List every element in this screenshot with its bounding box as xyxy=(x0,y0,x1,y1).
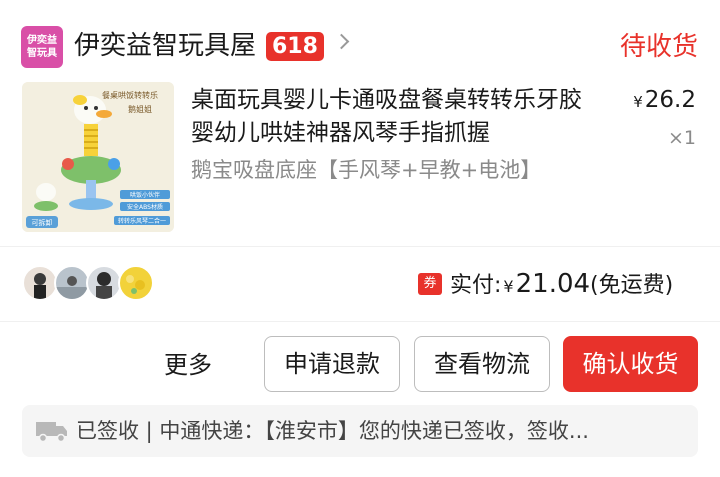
image-corner-label: 可拆卸 xyxy=(32,218,53,227)
coupon-icon: 券 xyxy=(418,273,442,295)
avatar xyxy=(54,265,90,301)
product-variant: 鹅宝吸盘底座【手风琴+早教+电池】 xyxy=(191,158,542,182)
confirm-receipt-button[interactable]: 确认收货 xyxy=(563,336,698,392)
more-button[interactable]: 更多 xyxy=(164,348,212,382)
avatar xyxy=(118,265,154,301)
shop-618-badge: 618 xyxy=(266,32,324,61)
product-price: ¥26.2 xyxy=(633,85,696,117)
image-label-top: 餐桌哄饭转转乐 xyxy=(102,90,158,100)
product-quantity: ×1 xyxy=(667,127,696,149)
shipping-note: (免运费) xyxy=(590,273,674,298)
product-title[interactable]: 桌面玩具婴儿卡通吸盘餐桌转转乐牙胶婴幼儿哄娃神器风琴手指抓握 xyxy=(191,84,601,150)
shop-name[interactable]: 伊奕益智玩具屋 xyxy=(74,29,256,63)
avatar xyxy=(86,265,122,301)
chevron-right-icon[interactable] xyxy=(333,33,350,50)
order-status: 待收货 xyxy=(619,32,698,62)
image-tag-3: 转转乐风琴二合一 xyxy=(118,217,166,225)
image-tag-1: 哄饭小伙伴 xyxy=(130,191,160,199)
price-value: 26.2 xyxy=(644,87,696,113)
currency-symbol: ¥ xyxy=(633,93,643,111)
avatar xyxy=(22,265,58,301)
payment-amount: 21.04 xyxy=(515,269,591,299)
product-image[interactable]: 餐桌哄饭转转乐 鹅姐姐 哄饭小伙伴 安全ABS材质 转转乐风琴二合一 可拆卸 xyxy=(22,82,174,232)
payment-label: 实付: xyxy=(450,273,502,298)
divider xyxy=(0,246,720,247)
request-refund-button[interactable]: 申请退款 xyxy=(264,336,400,392)
shop-logo[interactable]: 伊奕益智玩具 xyxy=(21,26,63,68)
logistics-status-text[interactable]: 已签收 | 中通快递：【淮安市】您的快递已签收，签收... xyxy=(76,416,686,446)
currency-symbol: ¥ xyxy=(503,277,514,296)
image-label-top2: 鹅姐姐 xyxy=(128,104,152,114)
payment-summary: 实付: ¥21.04(免运费) xyxy=(450,268,673,303)
truck-icon xyxy=(36,420,68,446)
view-logistics-button[interactable]: 查看物流 xyxy=(414,336,550,392)
image-tag-2: 安全ABS材质 xyxy=(127,203,163,211)
divider xyxy=(0,321,720,322)
